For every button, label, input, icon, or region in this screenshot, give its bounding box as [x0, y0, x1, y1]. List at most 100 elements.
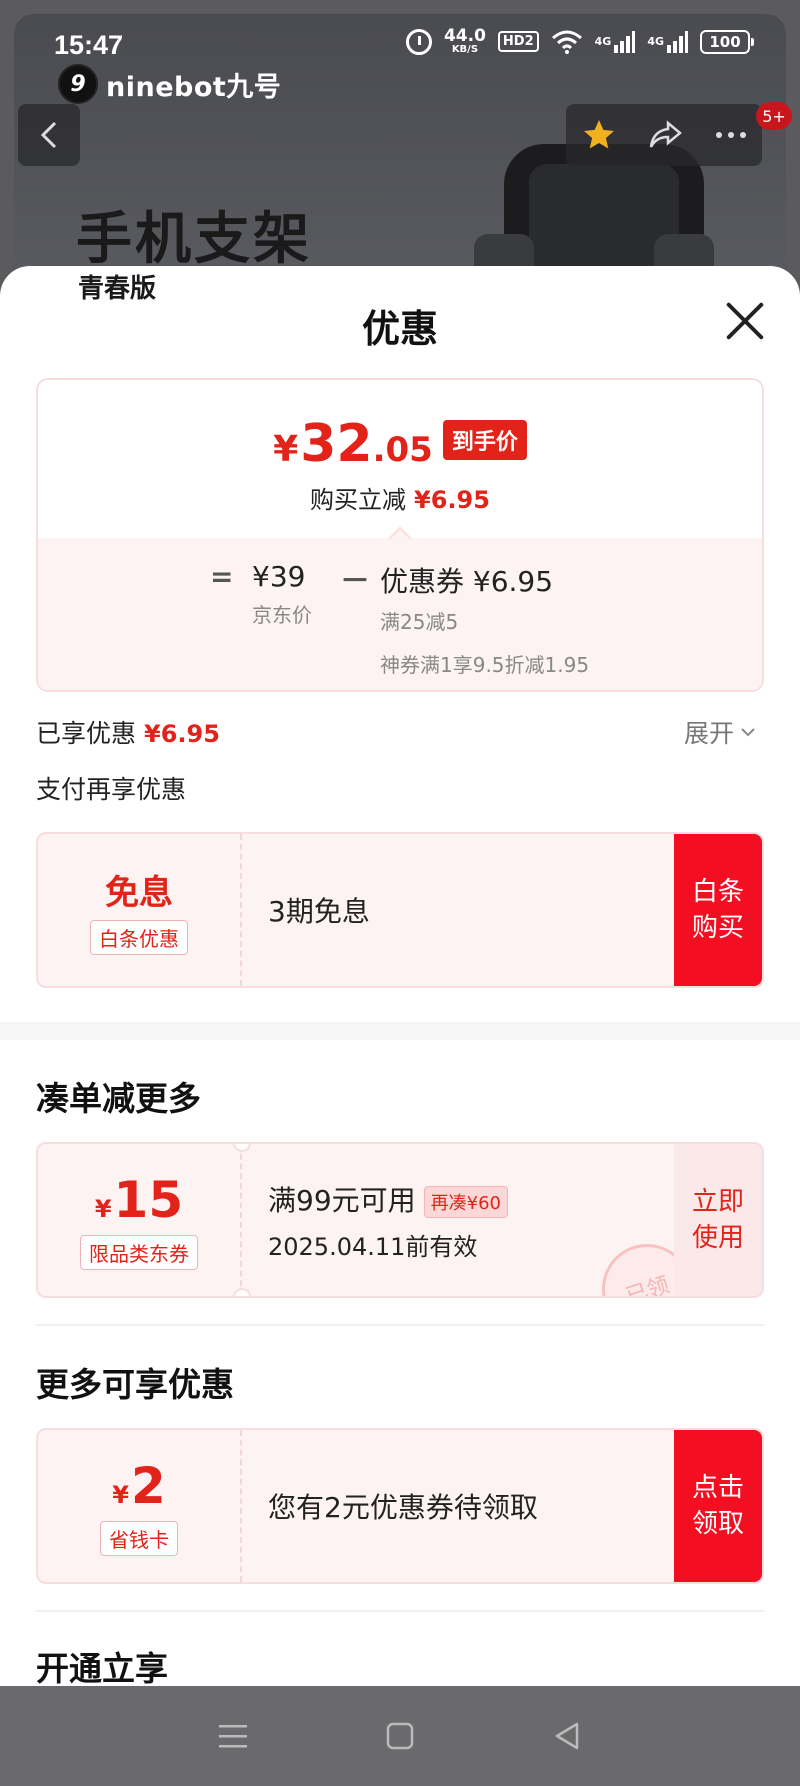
baitiao-buy-button[interactable]: 白条 购买	[674, 834, 762, 986]
coupon-2-amount: ¥2	[112, 1457, 166, 1515]
coupon-2[interactable]: ¥2 省钱卡 您有2元优惠券待领取 点击 领取	[36, 1428, 764, 1584]
use-now-line2: 使用	[691, 1223, 744, 1253]
coupon-2-tag: 省钱卡	[100, 1520, 178, 1556]
top-action-bar	[566, 104, 762, 166]
jd-price-value: ¥39	[252, 560, 306, 593]
expand-label: 展开	[684, 719, 735, 748]
price-summary-card: ¥ 32 .05 到手价 购买立减 ¥6.95 = ¥39 京东价 － 优惠券 ¥…	[36, 378, 764, 692]
final-price-int: 32	[300, 414, 373, 474]
baitiao-card[interactable]: 免息 白条优惠 3期免息 白条 购买	[36, 832, 764, 988]
section-title-more-benefits: 更多可享优惠	[36, 1365, 234, 1404]
separator	[36, 1324, 764, 1326]
hero-title: 手机支架	[76, 207, 312, 272]
chevron-left-icon	[40, 121, 57, 149]
coupon-15[interactable]: ¥15 限品类东券 满99元可用 再凑¥60 2025.04.11前有效 已领 立…	[36, 1142, 764, 1298]
coupon-2-left: ¥2 省钱卡	[38, 1430, 242, 1582]
close-button[interactable]	[724, 300, 766, 342]
enjoyed-discount: 已享优惠 ¥6.95	[36, 714, 220, 750]
baitiao-cta-line1: 白条	[691, 877, 744, 907]
price-top: ¥ 32 .05 到手价 购买立减 ¥6.95	[38, 380, 762, 538]
status-time: 15:47	[54, 30, 124, 60]
final-price: ¥ 32 .05 到手价	[38, 414, 762, 474]
more-icon[interactable]	[715, 131, 747, 139]
jd-price: ¥39 京东价	[252, 560, 312, 628]
section-divider	[0, 1022, 800, 1040]
coupon-breakdown-line1: 满25减5	[380, 610, 459, 634]
jd-price-label: 京东价	[252, 603, 312, 627]
use-now-line1: 立即	[691, 1187, 744, 1217]
coupon-breakdown-value: 优惠券 ¥6.95	[380, 565, 554, 598]
hd-icon: HD2	[497, 31, 539, 52]
pay-more-heading: 支付再享优惠	[36, 775, 187, 804]
back-button[interactable]	[18, 104, 80, 166]
coupon-2-yen: ¥	[112, 1480, 129, 1509]
equals-sign: =	[210, 560, 234, 593]
back-nav-button[interactable]	[547, 1716, 587, 1756]
cart-badge: 5+	[756, 102, 792, 130]
final-price-tag: 到手价	[442, 420, 527, 460]
menu-button[interactable]	[213, 1716, 253, 1756]
instant-discount-value: ¥6.95	[414, 486, 490, 514]
baitiao-main: 3期免息	[268, 895, 370, 928]
coupon-breakdown: 优惠券 ¥6.95 满25减5 神券满1享9.5折减1.95	[380, 560, 589, 678]
home-icon	[386, 1722, 414, 1750]
coupon-15-tag: 限品类东券	[80, 1234, 198, 1270]
signal-icon-2: 4G	[647, 30, 688, 53]
coupon-15-yen: ¥	[94, 1194, 112, 1223]
discount-sheet: 优惠 ¥ 32 .05 到手价 购买立减 ¥6.95 = ¥39 京东价 － 优惠…	[0, 266, 800, 1686]
final-price-yen: ¥	[273, 429, 299, 470]
system-nav-bar	[0, 1686, 800, 1786]
sheet-title: 优惠	[361, 307, 438, 351]
signal-icon-1: 4G	[594, 30, 636, 53]
network-speed-value: 44.0	[443, 26, 486, 46]
section-title-open: 开通立享	[36, 1649, 168, 1686]
battery-icon: 100	[700, 29, 754, 54]
triangle-back-icon	[555, 1722, 578, 1750]
star-favorite-icon[interactable]	[581, 117, 617, 153]
signal-label-2: 4G	[647, 35, 664, 48]
final-price-dec: .05	[372, 430, 433, 470]
minus-sign: －	[340, 564, 370, 599]
baitiao-middle: 3期免息	[268, 834, 370, 986]
baitiao-left: 免息 白条优惠	[38, 834, 242, 986]
coupon-2-middle: 您有2元优惠券待领取	[268, 1430, 538, 1582]
coupon-15-expiry: 2025.04.11前有效	[268, 1232, 478, 1261]
signal-label-1: 4G	[594, 35, 612, 48]
use-now-button[interactable]: 立即 使用	[674, 1144, 762, 1296]
claim-button[interactable]: 点击 领取	[674, 1430, 762, 1582]
coupon-15-middle: 满99元可用 再凑¥60 2025.04.11前有效	[268, 1144, 508, 1296]
enjoyed-label: 已享优惠	[36, 719, 137, 748]
status-bar: 15:47 44.0 KB/S HD2 4G 4G 100	[0, 0, 800, 84]
hero-subtitle: 青春版	[78, 274, 157, 304]
coupon-15-amount: ¥15	[95, 1171, 183, 1229]
enjoyed-value: ¥6.95	[144, 720, 220, 748]
claim-line1: 点击	[691, 1473, 744, 1503]
coupon-notch	[233, 1288, 251, 1296]
baitiao-cta-line2: 购买	[691, 913, 744, 943]
coupon-2-value: 2	[130, 1456, 166, 1515]
network-speed: 44.0 KB/S	[444, 28, 486, 55]
price-breakdown: = ¥39 京东价 － 优惠券 ¥6.95 满25减5 神券满1享9.5折减1.…	[38, 538, 762, 690]
separator	[36, 1610, 764, 1612]
coupon-15-condition: 满99元可用 再凑¥60	[268, 1179, 508, 1219]
chevron-down-icon	[741, 728, 755, 737]
claim-line2: 领取	[691, 1509, 744, 1539]
alarm-icon	[405, 28, 432, 55]
wifi-icon	[551, 30, 583, 54]
coupon-15-pill: 再凑¥60	[423, 1185, 508, 1218]
home-button[interactable]	[380, 1716, 420, 1756]
network-speed-unit: KB/S	[451, 44, 479, 55]
baitiao-title: 免息	[105, 873, 173, 913]
expand-button[interactable]: 展开	[684, 714, 756, 750]
coupon-15-main: 满99元可用	[268, 1183, 416, 1217]
status-icons: 44.0 KB/S HD2 4G 4G 100	[405, 28, 754, 55]
share-icon[interactable]	[648, 119, 684, 151]
baitiao-tag: 白条优惠	[90, 920, 188, 955]
section-title-more-order: 凑单减更多	[36, 1079, 201, 1118]
coupon-15-left: ¥15 限品类东券	[38, 1144, 242, 1296]
coupon-2-main: 您有2元优惠券待领取	[268, 1491, 538, 1524]
instant-discount-label: 购买立减	[310, 486, 407, 514]
instant-discount: 购买立减 ¥6.95	[38, 480, 762, 515]
coupon-15-value: 15	[113, 1170, 184, 1229]
coupon-breakdown-line2: 神券满1享9.5折减1.95	[380, 653, 590, 677]
